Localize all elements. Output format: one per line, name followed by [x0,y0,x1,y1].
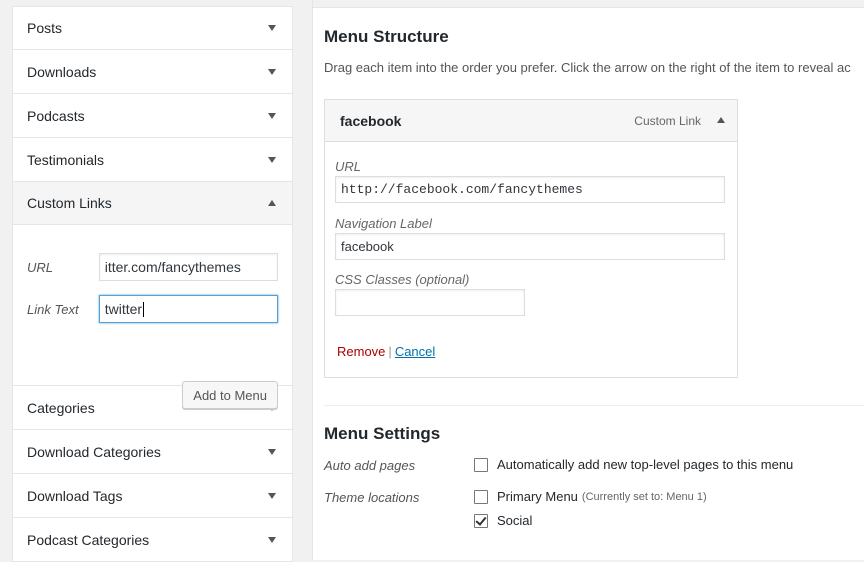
location-social[interactable]: Social [474,513,532,528]
accordion-title-label: Categories [27,399,95,416]
accordion-title-label: Podcast Categories [27,531,150,548]
theme-locations-label: Theme locations [324,490,420,505]
auto-add-pages-checkbox[interactable] [474,457,488,472]
link-separator: | [388,344,392,359]
add-to-menu-button[interactable]: Add to Menu [182,381,278,409]
accordion-section-testimonials[interactable]: Testimonials [12,138,293,182]
menu-structure-heading: Menu Structure [324,27,449,46]
accordion-title-label: Custom Links [27,195,112,211]
custom-link-url-label: URL [27,259,54,275]
custom-link-text-input[interactable]: twitter [98,295,278,323]
menu-item-type: Custom Link [634,113,701,128]
accordion-title-testimonials[interactable]: Testimonials [13,138,292,181]
auto-add-pages-label: Auto add pages [324,458,416,473]
custom-links-form: URL itter.com/fancythemes Link Text twit… [13,225,292,409]
auto-add-pages-text: Automatically add new top-level pages to… [497,457,794,472]
primary-menu-checkbox[interactable] [474,489,488,504]
chevron-up-icon[interactable] [268,200,276,206]
accordion-title-custom-links[interactable]: Custom Links [13,182,292,225]
social-checkbox[interactable] [474,513,488,528]
primary-menu-note: (Currently set to: Menu 1) [581,490,707,503]
chevron-down-icon[interactable] [268,492,276,499]
accordion-section-downloads[interactable]: Downloads [12,50,293,94]
custom-link-text-label: Link Text [27,301,79,317]
location-primary-menu[interactable]: Primary Menu (Currently set to: Menu 1) [474,489,707,504]
custom-link-url-input[interactable]: itter.com/fancythemes [98,253,278,281]
primary-menu-text: Primary Menu [497,489,578,504]
navigation-label-value: facebook [341,239,394,254]
custom-link-url-value: itter.com/fancythemes [104,259,241,275]
chevron-down-icon[interactable] [268,448,276,455]
chevron-down-icon[interactable] [268,68,276,75]
accordion-section-podcast-categories[interactable]: Podcast Categories [12,518,293,562]
menu-item-handle[interactable]: facebook Custom Link [325,100,737,142]
accordion-section-podcasts[interactable]: Podcasts [12,94,293,138]
custom-link-text-row: Link Text twitter [27,295,278,323]
social-text: Social [497,513,533,528]
accordion-section-custom-links[interactable]: Custom Links URL itter.com/fancythemes L… [12,182,293,409]
accordion-section-download-categories[interactable]: Download Categories [12,430,293,474]
auto-add-pages-option[interactable]: Automatically add new top-level pages to… [474,457,793,472]
custom-link-text-value: twitter [104,301,143,317]
accordion-section-posts[interactable]: Posts [12,6,293,50]
menu-item-url-value: http://facebook.com/fancythemes [341,182,583,197]
menu-structure-description: Drag each item into the order you prefer… [324,60,851,75]
accordion-title-posts[interactable]: Posts [13,7,292,49]
css-classes-input[interactable] [335,289,525,316]
chevron-up-icon[interactable] [717,117,725,123]
accordion-title-downloads[interactable]: Downloads [13,50,292,93]
chevron-down-icon[interactable] [268,25,276,31]
panel-top-border [313,0,864,8]
navigation-label-label: Navigation Label [335,216,432,231]
accordion-title-label: Posts [27,20,63,36]
section-divider [324,405,864,406]
accordion-title-download-tags[interactable]: Download Tags [13,474,292,517]
accordion-title-podcasts[interactable]: Podcasts [13,94,292,137]
accordion-title-label: Download Tags [27,487,123,504]
css-classes-label: CSS Classes (optional) [335,272,470,287]
chevron-down-icon[interactable] [268,156,276,163]
menu-item-url-input[interactable]: http://facebook.com/fancythemes [335,176,725,203]
chevron-down-icon[interactable] [268,536,276,543]
accordion-title-label: Downloads [27,63,97,80]
remove-link[interactable]: Remove [337,344,385,359]
cancel-link[interactable]: Cancel [395,344,435,359]
custom-link-url-row: URL itter.com/fancythemes [27,253,278,281]
accordion-title-label: Testimonials [27,151,105,168]
navigation-label-input[interactable]: facebook [335,233,725,260]
add-menu-items-accordion: Posts Downloads Podcasts Testimonials Cu… [12,0,293,562]
accordion-title-podcast-categories[interactable]: Podcast Categories [13,518,292,561]
menu-item-actions: Remove | Cancel [337,344,435,359]
menu-item-url-label: URL [335,159,362,174]
accordion-title-label: Download Categories [27,443,161,460]
accordion-section-download-tags[interactable]: Download Tags [12,474,293,518]
menu-management-panel: Menu Structure Drag each item into the o… [312,0,864,560]
text-caret [143,301,145,317]
menu-settings-heading: Menu Settings [324,424,441,443]
menu-item-facebook[interactable]: facebook Custom Link URL http://facebook… [324,99,738,378]
chevron-down-icon[interactable] [268,112,276,119]
accordion-title-label: Podcasts [27,107,85,124]
accordion-title-download-categories[interactable]: Download Categories [13,430,292,473]
add-to-menu-wrap: Add to Menu [182,381,278,409]
menu-item-title: facebook [340,112,402,129]
